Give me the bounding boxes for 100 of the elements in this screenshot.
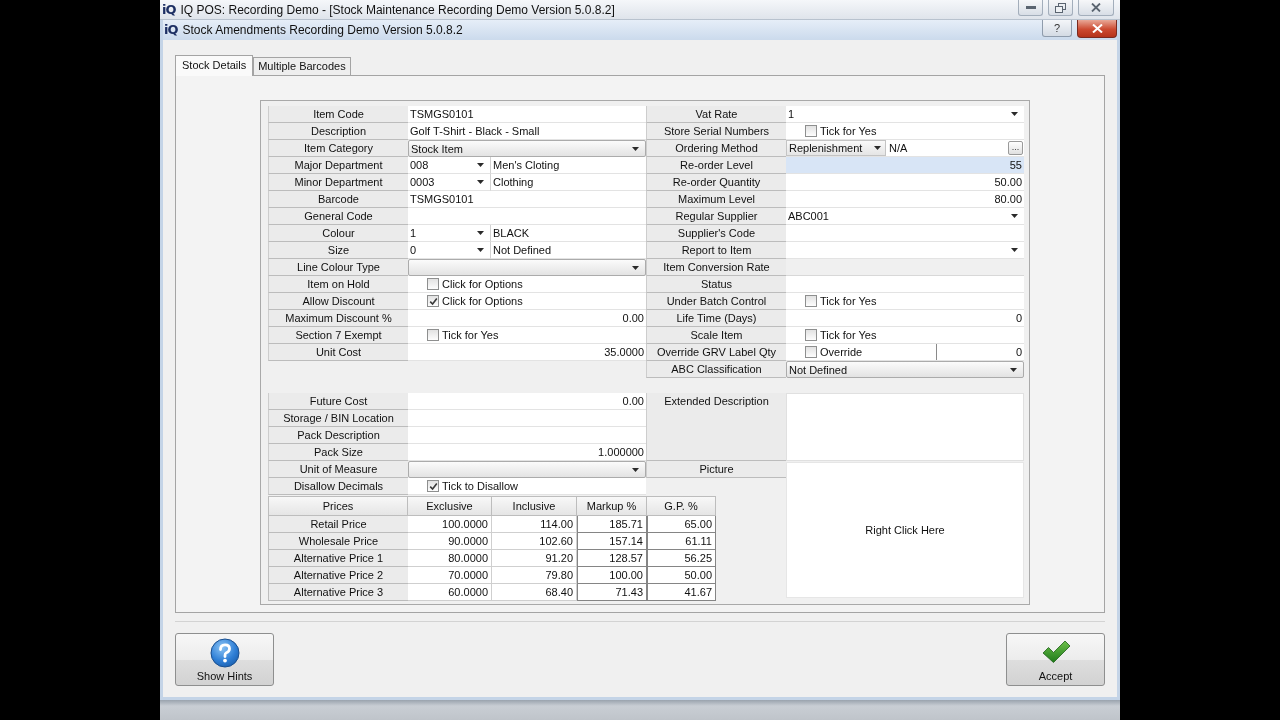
table-cell[interactable]: 114.00 (492, 516, 577, 533)
checkbox-label[interactable]: Tick for Yes (442, 329, 499, 341)
table-cell[interactable]: 91.20 (492, 550, 577, 567)
field-label: Supplier's Code (646, 225, 786, 242)
text-field[interactable]: TSMGS0101 (408, 191, 646, 208)
dropdown[interactable]: 1 (786, 106, 1024, 123)
text-field[interactable] (408, 427, 646, 444)
close-icon (1091, 3, 1101, 12)
code-dropdown[interactable]: 1 (408, 225, 490, 242)
dropdown[interactable]: Not Defined (786, 361, 1024, 378)
close-button[interactable] (1077, 20, 1117, 38)
checkbox-label[interactable]: Tick for Yes (820, 295, 877, 307)
table-cell[interactable]: 128.57 (577, 550, 647, 567)
checkbox[interactable] (805, 125, 817, 137)
close-button[interactable] (1078, 0, 1114, 16)
field-label: Override GRV Label Qty (646, 344, 786, 361)
checkbox[interactable] (427, 278, 439, 290)
text-field[interactable]: TSMGS0101 (408, 106, 646, 123)
column-header: Markup % (577, 496, 647, 516)
text-field[interactable] (408, 410, 646, 427)
number-field[interactable]: 80.00 (786, 191, 1024, 208)
caret-icon (632, 265, 639, 270)
dropdown[interactable]: Replenishment (786, 140, 886, 156)
code-dropdown[interactable]: 008 (408, 157, 490, 174)
field-label: Regular Supplier (646, 208, 786, 225)
caret-icon (1011, 214, 1018, 218)
checkbox[interactable] (427, 329, 439, 341)
checkbox-label[interactable]: Tick to Disallow (442, 480, 518, 492)
checkbox-label[interactable]: Click for Options (442, 278, 523, 290)
table-cell[interactable]: 61.11 (647, 533, 716, 550)
minimize-icon (1025, 6, 1036, 9)
checkbox[interactable] (427, 480, 439, 492)
table-cell[interactable]: 65.00 (647, 516, 716, 533)
table-cell[interactable]: 79.80 (492, 567, 577, 584)
row-header: Alternative Price 2 (268, 567, 408, 584)
name-field: Clothing (490, 174, 646, 191)
number-field[interactable]: 0.00 (408, 310, 646, 327)
table-cell[interactable]: 71.43 (577, 584, 647, 601)
number-field[interactable]: 50.00 (786, 174, 1024, 191)
tab[interactable]: Multiple Barcodes (253, 57, 351, 75)
field-label: Re-order Level (646, 157, 786, 174)
checkbox[interactable] (805, 295, 817, 307)
number-field[interactable]: 1.000000 (408, 444, 646, 461)
column-header: Inclusive (492, 496, 577, 516)
help-button[interactable]: ? (1042, 20, 1072, 37)
dropdown[interactable]: ABC001 (786, 208, 1024, 225)
column-header: Exclusive (408, 496, 492, 516)
column-header: Prices (268, 496, 408, 516)
checkbox-label[interactable]: Override (820, 346, 863, 358)
caret-icon (477, 231, 484, 235)
caret-icon (874, 146, 881, 150)
field-label: Ordering Method (646, 140, 786, 157)
table-cell[interactable]: 56.25 (647, 550, 716, 567)
code-dropdown[interactable]: 0 (408, 242, 490, 259)
number-field[interactable]: 0 (786, 310, 1024, 327)
checkbox-label[interactable]: Tick for Yes (820, 329, 877, 341)
caret-icon (1011, 112, 1018, 116)
table-cell[interactable]: 41.67 (647, 584, 716, 601)
picture-drop-area[interactable]: Right Click Here (786, 462, 1024, 598)
field-label: Store Serial Numbers (646, 123, 786, 140)
text-field[interactable] (408, 208, 646, 225)
accept-button[interactable]: Accept (1006, 633, 1105, 686)
checkbox-label[interactable]: Click for Options (442, 295, 523, 307)
checkbox[interactable] (805, 346, 817, 358)
text-field[interactable] (786, 225, 1024, 242)
restore-button[interactable] (1048, 0, 1073, 16)
number-field[interactable]: 0.00 (408, 393, 646, 410)
field-label: Colour (268, 225, 408, 242)
table-cell[interactable]: 102.60 (492, 533, 577, 550)
text-field[interactable] (786, 276, 1024, 293)
text-field[interactable]: Golf T-Shirt - Black - Small (408, 123, 646, 140)
checkbox-label[interactable]: Tick for Yes (820, 125, 877, 137)
dropdown[interactable]: Stock Item (408, 140, 646, 157)
number-field[interactable]: 35.0000 (408, 344, 646, 361)
caret-icon (632, 146, 639, 151)
table-cell[interactable]: 80.0000 (408, 550, 492, 567)
close-icon (1091, 24, 1103, 33)
table-cell[interactable]: 60.0000 (408, 584, 492, 601)
number-field[interactable]: 55 (786, 157, 1024, 174)
table-cell[interactable]: 100.0000 (408, 516, 492, 533)
field-label: Under Batch Control (646, 293, 786, 310)
table-cell[interactable]: 90.0000 (408, 533, 492, 550)
checkbox[interactable] (427, 295, 439, 307)
table-cell[interactable]: 68.40 (492, 584, 577, 601)
tab[interactable]: Stock Details (175, 55, 254, 76)
dropdown[interactable] (408, 259, 646, 276)
minimize-button[interactable] (1018, 0, 1043, 16)
table-cell[interactable]: 157.14 (577, 533, 647, 550)
code-dropdown[interactable]: 0003 (408, 174, 490, 191)
table-cell[interactable]: 50.00 (647, 567, 716, 584)
caret-icon (477, 248, 484, 252)
browse-button[interactable]: ... (1008, 141, 1023, 155)
field-label: Extended Description (646, 393, 786, 461)
row-header: Alternative Price 1 (268, 550, 408, 567)
hints-button[interactable]: Show Hints (175, 633, 274, 686)
checkbox[interactable] (805, 329, 817, 341)
table-cell[interactable]: 185.71 (577, 516, 647, 533)
table-cell[interactable]: 70.0000 (408, 567, 492, 584)
table-cell[interactable]: 100.00 (577, 567, 647, 584)
number-field[interactable]: 0 (936, 344, 1024, 360)
